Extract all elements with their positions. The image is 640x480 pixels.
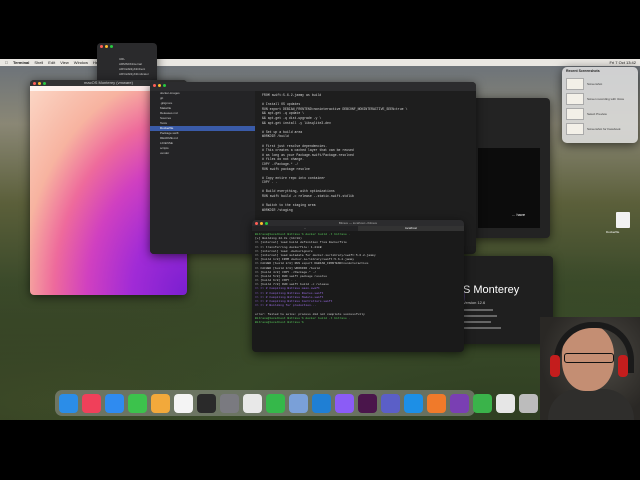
about-os-name: S Monterey	[463, 284, 520, 296]
thumbnail	[566, 123, 584, 135]
about-version: Version 12.6	[463, 300, 486, 305]
docker-icon[interactable]	[404, 393, 423, 413]
downloads-icon[interactable]	[473, 393, 492, 413]
file-icon[interactable]	[616, 212, 630, 228]
thumbnail	[566, 108, 584, 120]
zoom-button[interactable]	[265, 222, 268, 225]
zoom-button[interactable]	[163, 84, 166, 87]
code-line: WORKDIR /staging	[262, 207, 293, 212]
minimize-button[interactable]	[158, 84, 161, 87]
terminal-window[interactable]: Bitrave — localhost:~/bitrave ~ localhos…	[252, 220, 464, 352]
preview-icon[interactable]	[289, 393, 308, 413]
music-icon[interactable]	[82, 393, 101, 413]
documents-icon[interactable]	[496, 393, 515, 413]
photos-icon[interactable]	[151, 393, 170, 413]
minimize-button[interactable]	[260, 222, 263, 225]
safari-icon[interactable]	[105, 393, 124, 413]
menu-edit[interactable]: Edit	[48, 60, 55, 65]
screenshot-panel[interactable]: Recent Screenshots Screenshot Screen rec…	[562, 67, 638, 143]
panel-item[interactable]: Screen recording with Voice	[566, 93, 634, 105]
menu-shell[interactable]: Shell	[34, 60, 43, 65]
trash-icon[interactable]	[519, 393, 538, 413]
panel-item-label: Screen recording with Voice	[587, 97, 625, 101]
menu-bar:  Terminal Shell Edit View Window Help F…	[0, 59, 640, 66]
finder-item[interactable]: ARVisibilityKitIndicator	[97, 72, 157, 77]
about-detail-line	[463, 309, 493, 311]
panel-item[interactable]: Screenshot for Facebook	[566, 123, 634, 135]
menu-view[interactable]: View	[60, 60, 69, 65]
headphone-cup-right	[618, 355, 628, 377]
terminal-output[interactable]: Bitrave@localhost Bitrave % docker build…	[252, 231, 464, 327]
close-button[interactable]	[255, 222, 258, 225]
panel-item-label: Select Preview	[587, 112, 607, 116]
secondary-window-text: ... have	[512, 212, 526, 217]
numbers-icon[interactable]	[266, 393, 285, 413]
panel-item-label: Screenshot	[587, 82, 603, 86]
thumbnail	[566, 93, 584, 105]
panel-header: Recent Screenshots	[566, 69, 600, 73]
terminal-icon[interactable]	[197, 393, 216, 413]
zoom-button[interactable]	[43, 82, 46, 85]
webcam-overlay	[540, 317, 640, 420]
secondary-window[interactable]: ... have	[470, 98, 550, 238]
panel-item-label: Screenshot for Facebook	[587, 127, 621, 131]
file-label[interactable]: Dockerfile	[606, 230, 619, 234]
apple-icon[interactable]: 	[5, 60, 8, 65]
about-detail-line	[463, 321, 491, 323]
keynote-icon[interactable]	[427, 393, 446, 413]
menu-clock[interactable]: Fri 7 Oct 13:42	[610, 60, 636, 65]
project-navigator: docker-images git .gitignore Makefile Releas…	[150, 91, 255, 254]
activity-monitor-icon[interactable]	[243, 393, 262, 413]
presenter-shirt	[548, 389, 634, 420]
panel-item[interactable]: Select Preview	[566, 108, 634, 120]
panel-item[interactable]: Screenshot	[566, 78, 634, 90]
tor-browser-icon[interactable]	[450, 393, 469, 413]
terminal-line: Bitrave@localhost Bitrave %	[255, 320, 304, 324]
about-detail-line	[463, 315, 497, 317]
teams-icon[interactable]	[381, 393, 400, 413]
navigator-item[interactable]: vendor	[150, 151, 255, 156]
vscode-icon[interactable]	[312, 393, 331, 413]
thumbnail	[566, 78, 584, 90]
close-button[interactable]	[153, 84, 156, 87]
minimize-button[interactable]	[38, 82, 41, 85]
github-desktop-icon[interactable]	[335, 393, 354, 413]
minimize-button[interactable]	[105, 45, 108, 48]
dock	[55, 390, 538, 416]
messages-icon[interactable]	[128, 393, 147, 413]
system-preferences-icon[interactable]	[220, 393, 239, 413]
xcode-toolbar	[150, 82, 476, 91]
menu-window[interactable]: Window	[74, 60, 88, 65]
calendar-icon[interactable]	[174, 393, 193, 413]
terminal-tab[interactable]: localhost	[358, 226, 464, 231]
terminal-tab[interactable]: ~	[252, 226, 358, 231]
zoom-button[interactable]	[110, 45, 113, 48]
secondary-window-content	[478, 148, 540, 228]
menu-app-name[interactable]: Terminal	[13, 60, 29, 65]
headphone-cup-left	[550, 355, 560, 377]
finder-icon[interactable]	[59, 393, 78, 413]
close-button[interactable]	[33, 82, 36, 85]
close-button[interactable]	[100, 45, 103, 48]
about-detail-line	[463, 327, 501, 329]
slack-icon[interactable]	[358, 393, 377, 413]
